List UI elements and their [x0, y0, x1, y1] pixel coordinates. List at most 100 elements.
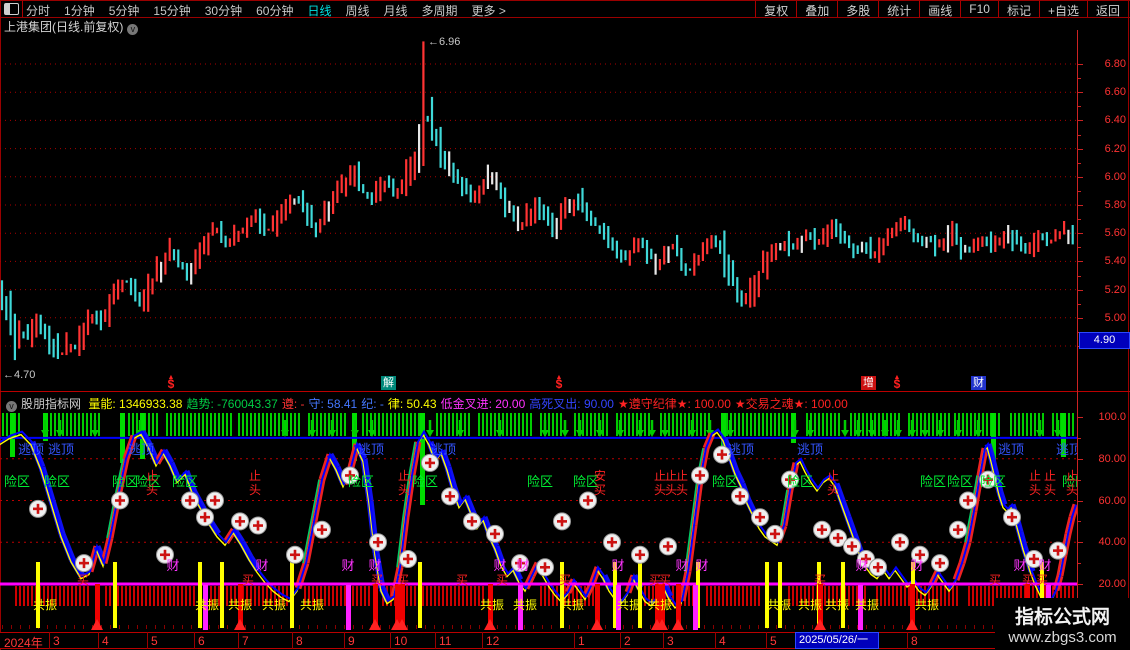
candle	[142, 289, 145, 312]
candle	[413, 151, 416, 181]
indicator-field-2: 遵: -	[281, 397, 305, 411]
price-axis-label: 6.40	[1104, 114, 1126, 127]
toolbar-button-1[interactable]: 叠加	[796, 1, 837, 18]
toolbar-button-2[interactable]: 多股	[837, 1, 878, 18]
svg-text:共振: 共振	[195, 598, 219, 612]
svg-text:共振: 共振	[617, 598, 641, 612]
candle	[779, 243, 782, 251]
toolbar-button-3[interactable]: 统计	[878, 1, 919, 18]
candle	[418, 124, 421, 173]
candle	[985, 236, 988, 247]
toolbar-period-8[interactable]: 月线	[384, 2, 408, 19]
candle	[362, 184, 365, 194]
candle	[396, 188, 399, 199]
price-axis-tick	[1078, 317, 1083, 319]
svg-text:财: 财	[166, 558, 179, 573]
toolbar-button-8[interactable]: 返回	[1086, 1, 1128, 18]
signal-box-label: 财	[971, 376, 986, 390]
candle	[929, 235, 932, 243]
svg-text:共振: 共振	[560, 598, 584, 612]
candle	[1032, 232, 1036, 258]
candle	[220, 221, 223, 243]
candle	[340, 174, 343, 194]
candle	[723, 230, 726, 278]
candle	[95, 310, 98, 325]
candle	[921, 235, 924, 247]
candle	[624, 250, 627, 261]
time-axis-month: 2024年	[4, 636, 43, 650]
candle	[994, 235, 997, 252]
candle	[1071, 225, 1074, 245]
candle	[719, 240, 722, 254]
indicator-field-6: 低金叉进: 20.00	[440, 397, 526, 411]
svg-text:头: 头	[398, 483, 410, 497]
candle	[577, 193, 580, 211]
oscillator-panel[interactable]: 逃顶 逃顶 逃顶 逃顶 逃顶 逃顶 逃顶 逃顶 逃顶险区 险区 险区险区 险区 险区 险区 险区 险区 险区 险区…	[0, 412, 1077, 630]
svg-text:止: 止	[676, 469, 688, 483]
candle	[357, 161, 360, 192]
candle	[392, 178, 395, 197]
candle	[602, 222, 606, 240]
candle	[228, 238, 231, 247]
time-axis[interactable]: 2025/05/26/一 2024年 3 4 5 6 7 8 9 10 11 12 1 2 3 4 5 8	[0, 632, 1130, 650]
candle	[375, 180, 378, 203]
candlestick-series	[0, 41, 1074, 361]
candle	[99, 310, 102, 331]
candle	[684, 263, 687, 276]
time-axis-month: 5	[151, 634, 158, 648]
toolbar-button-4[interactable]: 画线	[919, 1, 960, 18]
candle	[91, 314, 94, 324]
toolbar-period-7[interactable]: 周线	[345, 2, 369, 19]
toolbar-period-10[interactable]: 更多 >	[472, 2, 506, 19]
svg-text:逃顶: 逃顶	[18, 442, 44, 457]
yellow-bar	[290, 562, 294, 628]
layout-icon-box[interactable]	[0, 1, 23, 17]
candlestick-chart[interactable]	[0, 30, 1077, 372]
chevron-down-icon[interactable]: v	[6, 401, 17, 412]
candle	[383, 180, 386, 193]
price-axis-minor-tick	[1078, 190, 1081, 192]
candle	[727, 254, 730, 286]
candle	[714, 235, 717, 248]
toolbar-button-5[interactable]: F10	[960, 1, 998, 17]
toolbar-period-3[interactable]: 15分钟	[153, 2, 190, 19]
candle	[52, 338, 55, 358]
toolbar-period-0[interactable]: 分时	[26, 2, 50, 19]
time-axis-separator	[390, 632, 391, 649]
svg-text:共振: 共振	[855, 598, 879, 612]
trading-terminal-window: 分时 1分钟 5分钟 15分钟 30分钟 60分钟 日线 周线 月线 多周期 更多 > 复权 叠加 多股…	[0, 0, 1130, 650]
toolbar-period-5[interactable]: 60分钟	[256, 2, 293, 19]
toolbar-button-7[interactable]: +自选	[1038, 1, 1087, 18]
candle	[1011, 230, 1014, 252]
yellow-bar	[198, 562, 202, 628]
candle	[680, 248, 683, 271]
candle	[336, 180, 339, 203]
toolbar-period-2[interactable]: 5分钟	[109, 2, 140, 19]
toolbar-button-6[interactable]: 标记	[997, 1, 1039, 18]
toolbar-period-6[interactable]: 日线	[307, 2, 331, 19]
svg-text:险区: 险区	[527, 474, 553, 489]
svg-text:共振: 共振	[915, 598, 939, 612]
svg-text:头: 头	[146, 483, 158, 497]
indicator-field-7: 高死叉出: 90.00	[529, 397, 614, 411]
candle	[405, 159, 408, 197]
toolbar-period-9[interactable]: 多周期	[422, 2, 458, 19]
oscillator-body	[28, 429, 1077, 603]
candle	[508, 200, 511, 213]
indicator-name[interactable]: 股朋指标网	[21, 397, 81, 411]
watermark-site-name: 指标公式网	[1014, 607, 1110, 628]
svg-text:头: 头	[1044, 483, 1056, 497]
toolbar-button-0[interactable]: 复权	[755, 1, 796, 18]
price-axis-minor-tick	[1078, 303, 1081, 305]
candle	[744, 293, 747, 305]
toolbar-period-1[interactable]: 1分钟	[64, 2, 95, 19]
time-axis-separator	[620, 632, 621, 649]
red-triangle-icon	[814, 619, 826, 630]
red-triangle-icon	[484, 619, 496, 630]
candle	[246, 217, 249, 238]
oscillator-axis-label: 20.00	[1098, 578, 1126, 590]
svg-text:险区: 险区	[980, 474, 1006, 489]
svg-text:险区: 险区	[712, 474, 738, 489]
toolbar-period-4[interactable]: 30分钟	[205, 2, 242, 19]
price-axis-minor-tick	[1078, 247, 1081, 249]
